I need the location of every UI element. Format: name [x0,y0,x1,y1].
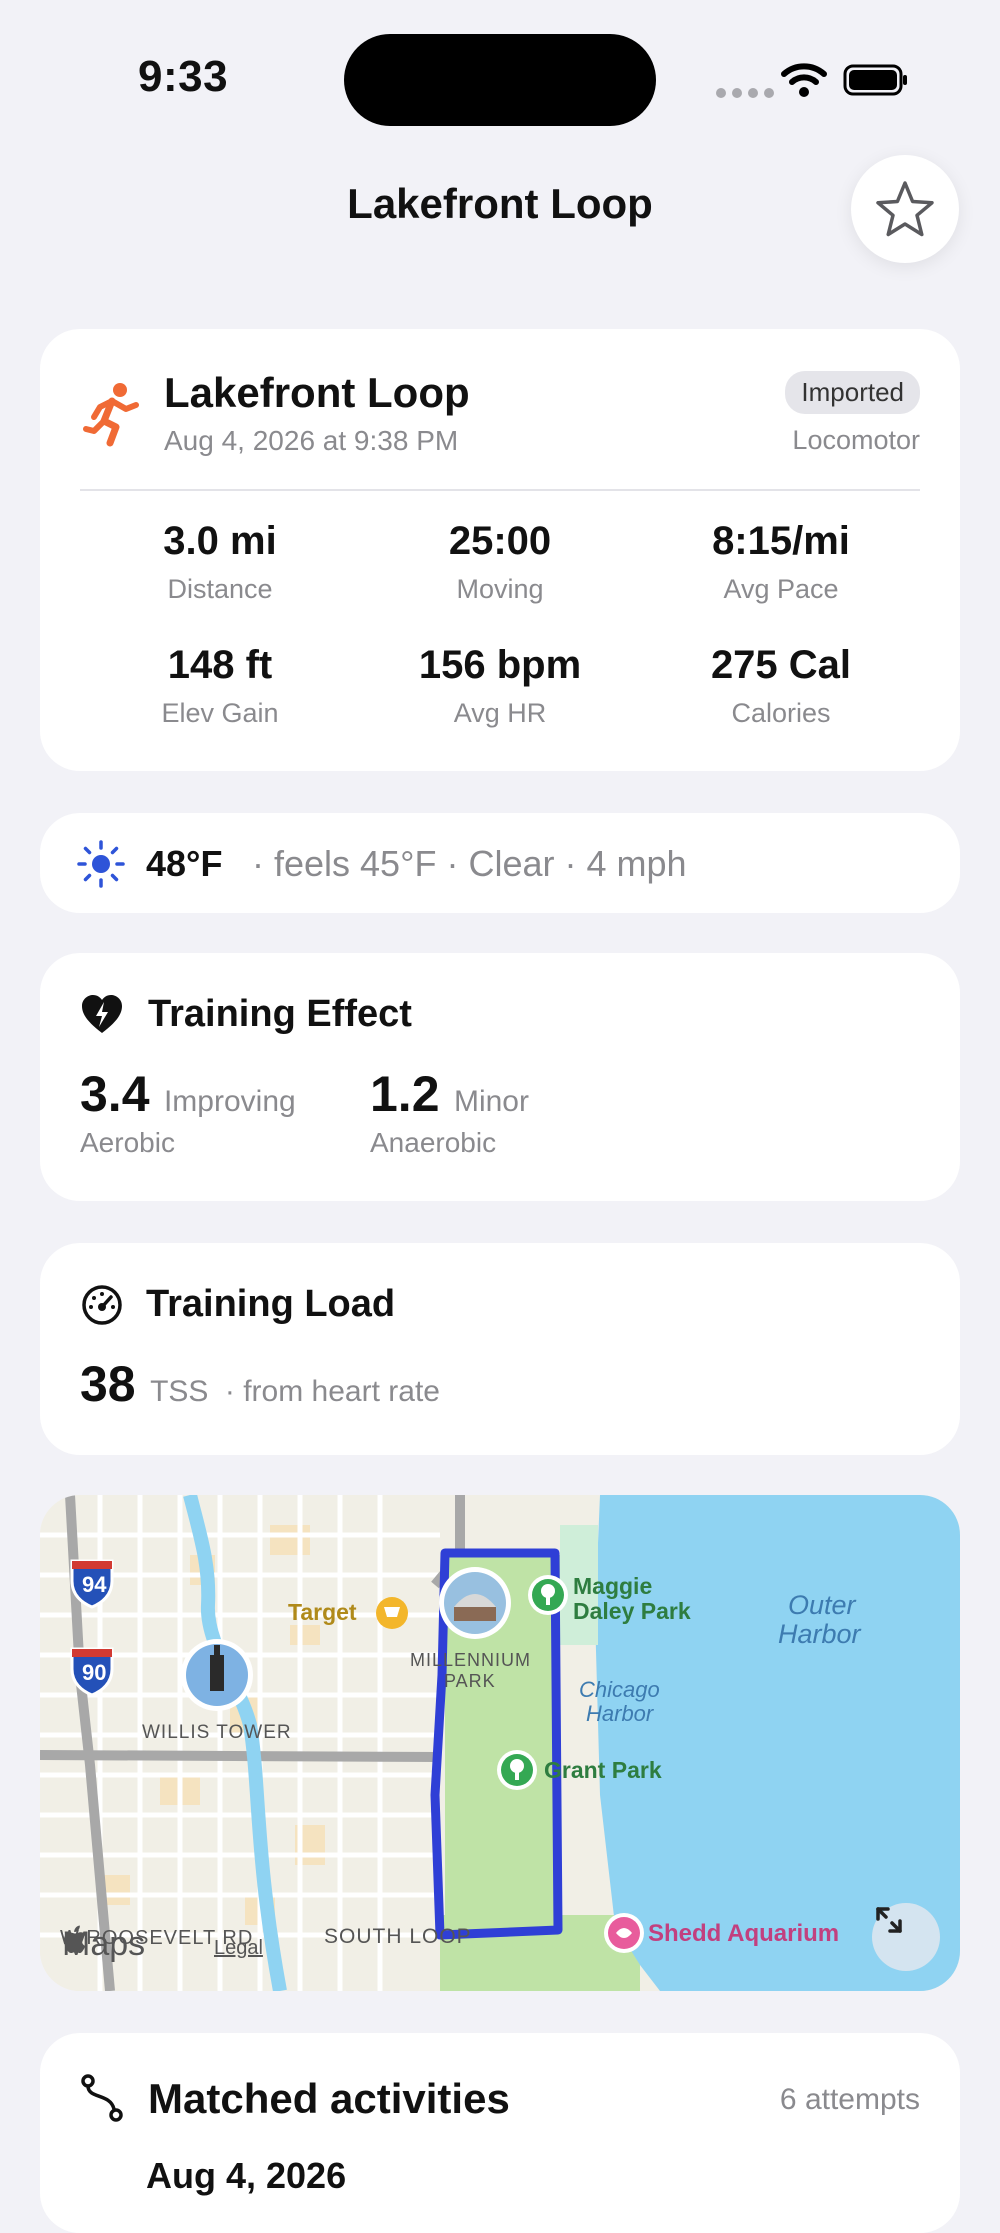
stat-avg-hr: 156 bpm Avg HR [360,643,640,729]
status-time: 9:33 [138,52,229,101]
matched-activities-title: Matched activities [148,2075,510,2122]
favorite-button[interactable] [851,155,959,263]
south-loop-label: SOUTH LOOP [324,1925,472,1948]
expand-map-button[interactable] [872,1903,940,1971]
aerobic-value: 3.4 [80,1066,150,1122]
cellular-signal-icon [716,88,774,98]
stat-elev-gain: 148 ft Elev Gain [80,643,360,729]
weather-card: 48°F · feels 45°F · Clear · 4 mph [40,813,960,913]
matched-activities-card[interactable]: Matched activities 6 attempts Aug 4, 202… [40,2033,960,2233]
heart-bolt-icon [82,995,122,1033]
divider [80,489,920,491]
training-load-value: 38 [80,1356,136,1412]
interstate-94-label: 94 [82,1572,107,1597]
stat-label: Moving [456,574,544,604]
activity-source: Locomotor [792,425,920,455]
anaerobic-label: Anaerobic [370,1127,497,1158]
gauge-icon [82,1285,122,1325]
maggie-daley-park-pin [528,1575,568,1615]
matched-attempts-count: 6 attempts [779,2083,920,2116]
sun-icon [77,840,125,888]
dynamic-island [344,34,656,126]
stat-moving: 25:00 Moving [360,519,640,605]
maggie-daley-park-label-line2: Daley Park [573,1598,691,1624]
matched-first-date[interactable]: Aug 4, 2026 [146,2155,346,2197]
training-load-title: Training Load [146,1283,396,1325]
training-effect-title: Training Effect [148,993,412,1035]
apple-logo-icon [64,1925,86,1953]
route-map[interactable]: 94 90 Target WILLIS TOWER MILLENNIUM PAR… [40,1495,960,1991]
millennium-park-pin [439,1567,511,1639]
anaerobic-metric: 1.2 Minor Anaerobic [370,1065,529,1159]
training-effect-card[interactable]: Training Effect 3.4 Improving Aerobic 1.… [40,953,960,1201]
training-load-card[interactable]: Training Load 38 TSS · from heart rate [40,1243,960,1455]
weather-temperature: 48°F [146,843,223,884]
legal-link[interactable]: Legal [214,1937,263,1960]
route-icon [81,2074,123,2122]
stat-label: Avg Pace [723,574,839,604]
anaerobic-value: 1.2 [370,1066,440,1122]
activity-title: Lakefront Loop [164,369,470,416]
running-figure-icon [83,383,139,447]
shedd-aquarium-pin [604,1913,644,1953]
aerobic-rating: Improving [163,1085,296,1118]
stat-value: 3.0 mi [163,519,277,563]
grant-park-label: Grant Park [544,1757,662,1783]
stat-distance: 3.0 mi Distance [80,519,360,605]
target-label: Target [288,1599,357,1625]
wifi-icon [781,63,827,97]
stat-avg-pace: 8:15/mi Avg Pace [641,519,921,605]
maps-attribution: Maps [62,1925,145,1964]
activity-summary-card: Lakefront Loop Aug 4, 2026 at 9:38 PM Im… [40,329,960,771]
interstate-90-label: 90 [82,1660,107,1685]
millennium-park-label-line1: MILLENNIUM [410,1650,532,1670]
weather-details: · feels 45°F · Clear · 4 mph [252,843,687,884]
page-title: Lakefront Loop [347,180,653,227]
outer-harbor-label-line1: Outer [788,1590,856,1620]
anaerobic-rating: Minor [453,1085,529,1118]
battery-icon [843,64,907,96]
stat-value: 275 Cal [710,643,852,687]
training-load-unit: TSS [150,1375,209,1408]
stat-label: Distance [167,574,273,604]
aerobic-label: Aerobic [80,1127,175,1158]
chicago-harbor-label-line2: Harbor [586,1701,654,1726]
stat-calories: 275 Cal Calories [641,643,921,729]
grant-park-pin [497,1750,537,1790]
training-load-note: · from heart rate [224,1375,440,1408]
maggie-daley-park-label-line1: Maggie [573,1573,653,1599]
target-pin [376,1597,408,1629]
willis-tower-pin [181,1639,253,1711]
stat-label: Calories [731,698,831,728]
stat-label: Avg HR [453,698,547,728]
activity-date: Aug 4, 2026 at 9:38 PM [164,425,459,456]
millennium-park-label-line2: PARK [444,1671,496,1691]
star-icon [876,181,934,237]
stat-value: 148 ft [167,643,273,687]
aerobic-metric: 3.4 Improving Aerobic [80,1065,296,1159]
chicago-harbor-label-line1: Chicago [579,1677,660,1702]
stat-value: 25:00 [448,519,552,563]
shedd-aquarium-label: Shedd Aquarium [648,1920,840,1947]
training-load-metric: 38 TSS · from heart rate [80,1355,440,1413]
outer-harbor-label-line2: Harbor [778,1619,861,1649]
imported-badge: Imported [785,371,920,414]
stat-label: Elev Gain [161,698,279,728]
willis-tower-label: WILLIS TOWER [142,1722,292,1743]
stat-value: 156 bpm [418,643,582,687]
stat-value: 8:15/mi [712,519,850,563]
status-bar: 9:33 [0,0,1000,160]
expand-arrows-icon [876,1907,902,1933]
